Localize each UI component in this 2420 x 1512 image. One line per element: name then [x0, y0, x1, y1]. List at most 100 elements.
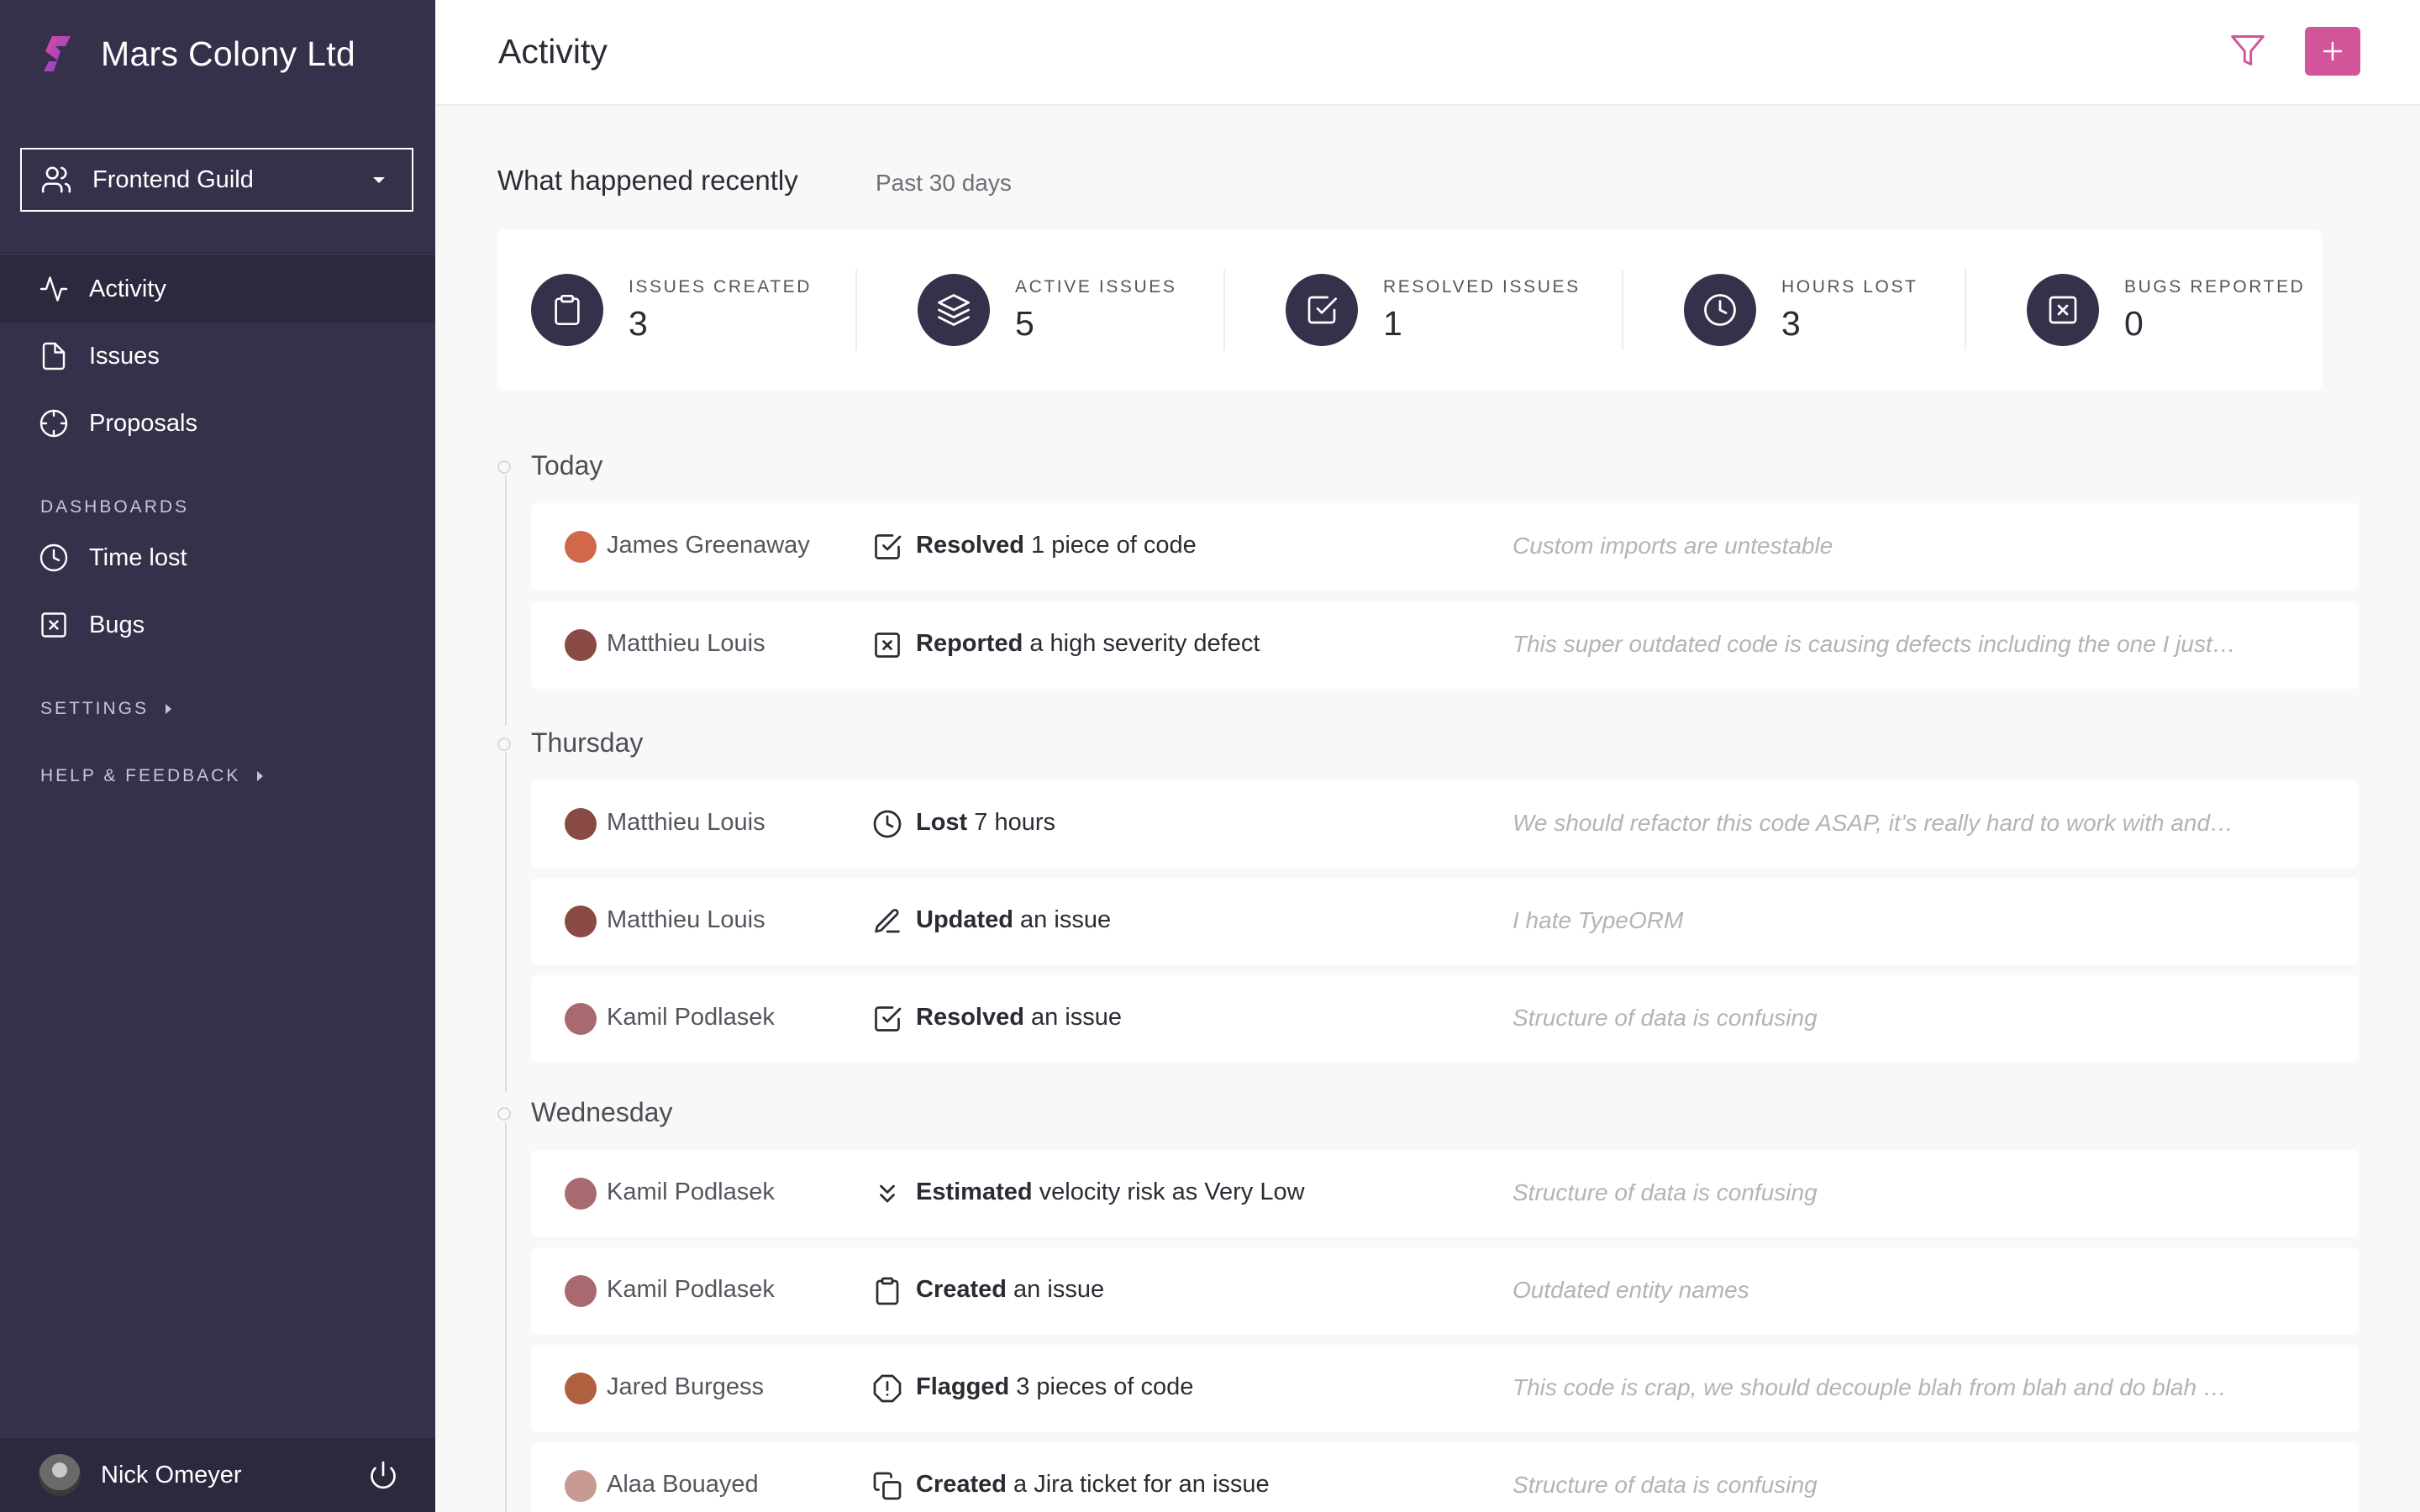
activity-row[interactable]: Alaa Bouayed Created a Jira ticket for a… [531, 1442, 2359, 1512]
crosshair-icon [39, 409, 68, 438]
activity-row[interactable]: Matthieu Louis Updated an issue I hate T… [531, 878, 2359, 965]
stat-value: 3 [1781, 303, 1801, 343]
check-square-icon [875, 534, 902, 559]
stat-label: HOURS LOST [1781, 276, 1918, 297]
users-icon [41, 166, 71, 193]
activity-note: This super outdated code is causing defe… [1512, 631, 2236, 657]
caret-down-icon [373, 177, 385, 183]
activity-verb: Lost [916, 809, 968, 836]
activity-detail: 3 pieces of code [1009, 1373, 1194, 1400]
sidebar-item-proposals[interactable]: Proposals [0, 390, 435, 457]
activity-action: Updated an issue [916, 906, 1111, 934]
activity-note: We should refactor this code ASAP, it’s … [1512, 810, 2234, 836]
sidebar: Mars Colony Ltd Frontend Guild Activity … [0, 0, 435, 1512]
settings-label-text: SETTINGS [40, 699, 150, 718]
activity-user: Matthieu Louis [607, 906, 765, 933]
power-icon[interactable] [368, 1460, 398, 1490]
day-heading: Thursday [531, 727, 644, 758]
stat-issues-created: ISSUES CREATED 3 [531, 229, 812, 391]
stat-divider [855, 270, 857, 350]
stat-value: 1 [1383, 303, 1402, 343]
timeline-dot [497, 1107, 511, 1121]
settings-section-toggle[interactable]: SETTINGS [40, 699, 172, 719]
avatar [565, 1373, 597, 1404]
caret-right-icon [166, 704, 172, 714]
avatar [565, 808, 597, 840]
stat-value: 3 [629, 303, 648, 343]
dashboards-section-label: DASHBOARDS [40, 497, 189, 517]
clipboard-icon [876, 1277, 899, 1305]
activity-detail: an issue [1013, 906, 1112, 933]
activity-note: I hate TypeORM [1512, 907, 1684, 933]
stat-label: ACTIVE ISSUES [1015, 276, 1177, 297]
brand[interactable]: Mars Colony Ltd [37, 30, 355, 77]
activity-row[interactable]: Matthieu Louis Lost 7 hours We should re… [531, 780, 2359, 868]
team-select-value: Frontend Guild [92, 165, 254, 193]
stat-label: ISSUES CREATED [629, 276, 813, 297]
stat-active-issues: ACTIVE ISSUES 5 [918, 229, 1177, 391]
activity-verb: Resolved [916, 532, 1024, 559]
copy-icon [873, 1472, 902, 1500]
activity-action: Resolved an issue [916, 1004, 1122, 1032]
activity-note: Structure of data is confusing [1512, 1472, 1818, 1498]
activity-action: Estimated velocity risk as Very Low [916, 1179, 1305, 1206]
stat-divider [1965, 270, 1966, 350]
stat-icon-badge [531, 274, 603, 346]
activity-user: Jared Burgess [607, 1373, 764, 1400]
activity-row[interactable]: Kamil Podlasek Created an issue Outdated… [531, 1247, 2359, 1335]
sidebar-item-activity[interactable]: Activity [0, 255, 435, 323]
day-heading: Today [531, 450, 603, 480]
activity-verb: Estimated [916, 1179, 1033, 1205]
x-square-icon [2049, 296, 2077, 324]
activity-verb: Reported [916, 630, 1023, 657]
activity-icon [39, 276, 68, 302]
sidebar-item-bugs[interactable]: Bugs [0, 591, 435, 659]
activity-user: Matthieu Louis [607, 630, 765, 657]
filter-icon[interactable] [2229, 32, 2266, 69]
stat-divider [1622, 270, 1623, 350]
activity-detail: 7 hours [967, 809, 1056, 836]
add-button[interactable] [2305, 27, 2360, 76]
stat-icon-badge [1286, 274, 1358, 346]
stat-hours-lost: HOURS LOST 3 [1684, 229, 1918, 391]
sidebar-item-issues[interactable]: Issues [0, 323, 435, 390]
file-icon [42, 342, 66, 370]
stats-card: ISSUES CREATED 3 ACTIVE ISSUES 5 RESOLVED … [497, 229, 2323, 391]
timeline-dot [497, 460, 511, 474]
avatar [565, 1178, 597, 1210]
page-title: Activity [498, 32, 608, 71]
avatar [565, 906, 597, 937]
stat-icon-badge [2027, 274, 2099, 346]
stat-bugs-reported: BUGS REPORTED 0 [2027, 229, 2305, 391]
caret-right-icon [257, 771, 264, 781]
activity-detail: an issue [1023, 1004, 1123, 1031]
clock-icon [873, 810, 902, 838]
avatar [565, 1003, 597, 1035]
activity-action: Created an issue [916, 1276, 1104, 1304]
summary-period[interactable]: Past 30 days [876, 170, 1012, 197]
stat-icon-badge [918, 274, 990, 346]
stat-icon-badge [1684, 274, 1756, 346]
team-select[interactable]: Frontend Guild [20, 148, 413, 212]
activity-row[interactable]: Kamil Podlasek Resolved an issue Structu… [531, 975, 2359, 1063]
activity-row[interactable]: James Greenaway Resolved 1 piece of code… [531, 503, 2359, 591]
activity-note: Custom imports are untestable [1512, 533, 1833, 559]
help-feedback-section-toggle[interactable]: HELP & FEEDBACK [40, 766, 264, 786]
activity-row[interactable]: Kamil Podlasek Estimated velocity risk a… [531, 1150, 2359, 1237]
activity-verb: Flagged [916, 1373, 1010, 1400]
activity-note: Outdated entity names [1512, 1277, 1749, 1303]
avatar [565, 1470, 597, 1502]
timeline-line [505, 475, 507, 726]
activity-verb: Created [916, 1276, 1007, 1303]
activity-row[interactable]: Matthieu Louis Reported a high severity … [531, 601, 2359, 689]
alert-octagon-icon [873, 1374, 902, 1403]
activity-row[interactable]: Jared Burgess Flagged 3 pieces of code T… [531, 1345, 2359, 1432]
sidebar-item-label: Issues [89, 342, 160, 370]
org-name: Mars Colony Ltd [101, 34, 356, 73]
sidebar-item-time-lost[interactable]: Time lost [0, 524, 435, 591]
sidebar-item-label: Bugs [89, 611, 145, 638]
avatar [565, 1275, 597, 1307]
clipboard-icon [555, 295, 580, 325]
avatar[interactable] [39, 1454, 81, 1496]
activity-verb: Resolved [916, 1004, 1024, 1031]
